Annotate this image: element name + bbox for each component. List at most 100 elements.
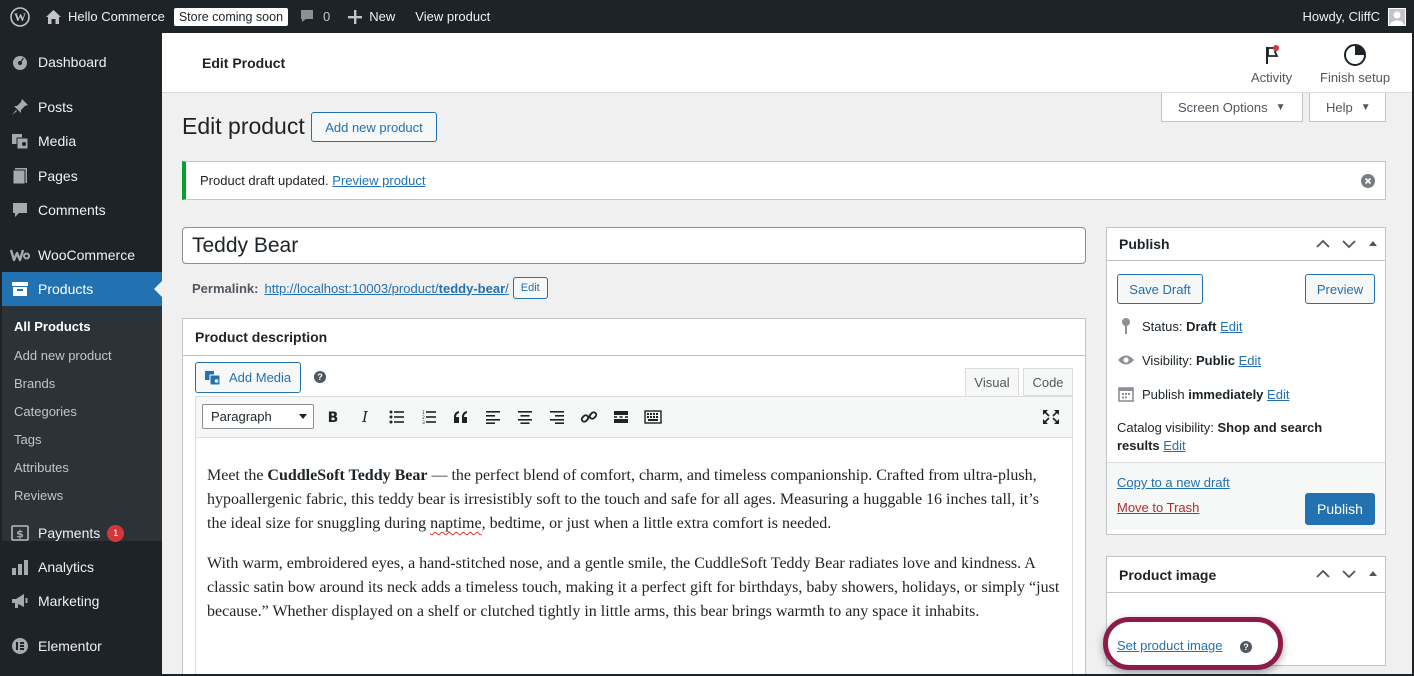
products-submenu: All Products Add new product Brands Cate…	[0, 306, 162, 541]
permalink-link[interactable]: http://localhost:10003/product/teddy-bea…	[264, 281, 508, 296]
menu-woocommerce[interactable]: WooCommerce	[0, 238, 162, 272]
visibility-edit-link[interactable]: Edit	[1239, 353, 1261, 368]
menu-payments[interactable]: $ Payments 1	[0, 516, 162, 550]
store-status-badge[interactable]: Store coming soon	[173, 7, 289, 26]
menu-comments-label: Comments	[38, 202, 106, 218]
add-new-product-button[interactable]: Add new product	[311, 112, 437, 142]
editor-content[interactable]: Meet the CuddleSoft Teddy Bear — the per…	[195, 438, 1073, 676]
add-media-button[interactable]: Add Media	[195, 362, 301, 393]
menu-analytics[interactable]: Analytics	[0, 550, 162, 584]
menu-marketing[interactable]: Marketing	[0, 584, 162, 618]
select-arrow-icon	[299, 414, 307, 419]
set-product-image-link[interactable]: Set product image	[1117, 638, 1223, 653]
screen-options-button[interactable]: Screen Options ▼	[1161, 93, 1303, 122]
admin-bar: W Hello Commerce Store coming soon 0 New…	[0, 0, 1414, 33]
save-draft-button[interactable]: Save Draft	[1117, 274, 1203, 304]
align-right-icon[interactable]	[546, 407, 568, 427]
menu-marketing-label: Marketing	[38, 593, 100, 609]
new-label: New	[369, 9, 396, 24]
menu-elementor[interactable]: Elementor	[0, 629, 162, 663]
submenu-categories[interactable]: Categories	[14, 404, 77, 419]
activity-button[interactable]: Activity	[1251, 42, 1292, 85]
fullscreen-icon[interactable]	[1040, 407, 1062, 427]
align-left-icon[interactable]	[482, 407, 504, 427]
account-menu[interactable]: Howdy, CliffC	[1295, 0, 1414, 33]
comments-link[interactable]: 0	[292, 0, 337, 33]
publish-date-edit-link[interactable]: Edit	[1267, 387, 1289, 402]
visibility-value: Public	[1195, 352, 1235, 368]
preview-button[interactable]: Preview	[1305, 274, 1375, 304]
preview-product-link[interactable]: Preview product	[332, 173, 425, 188]
menu-elementor-label: Elementor	[38, 638, 102, 654]
chevron-down-icon[interactable]	[1341, 237, 1357, 253]
catalog-visibility-edit-link[interactable]: Edit	[1163, 438, 1185, 453]
avatar	[1388, 7, 1406, 26]
menu-dashboard[interactable]: Dashboard	[0, 45, 162, 79]
chevron-down-icon[interactable]	[1341, 567, 1357, 583]
new-content-menu[interactable]: New	[341, 0, 402, 33]
p1-text-c: , bedtime, or just when a little extra c…	[481, 515, 832, 532]
menu-pages[interactable]: Pages	[0, 159, 162, 193]
copy-to-draft-link[interactable]: Copy to a new draft	[1117, 475, 1230, 490]
dismiss-icon[interactable]	[1361, 174, 1375, 188]
description-heading: Product description	[183, 319, 1085, 356]
italic-icon[interactable]: I	[354, 407, 376, 427]
wordpress-logo-icon[interactable]: W	[2, 0, 38, 33]
comments-count: 0	[323, 9, 331, 24]
catalog-visibility-value-1: Shop and search	[1217, 420, 1323, 435]
permalink-base: http://localhost:10003/product/	[264, 280, 439, 296]
menu-media[interactable]: Media	[0, 124, 162, 158]
submenu-reviews[interactable]: Reviews	[14, 488, 63, 503]
home-icon	[45, 9, 62, 25]
bold-icon[interactable]: B	[322, 407, 344, 427]
link-icon[interactable]	[578, 407, 600, 427]
status-edit-link[interactable]: Edit	[1220, 319, 1242, 334]
caret-up-icon[interactable]	[1367, 567, 1379, 583]
submenu-brands[interactable]: Brands	[14, 376, 55, 391]
submenu-attributes[interactable]: Attributes	[14, 460, 69, 475]
submenu-tags[interactable]: Tags	[14, 432, 41, 447]
publish-date-value: immediately	[1188, 386, 1264, 402]
menu-comments[interactable]: Comments	[0, 193, 162, 227]
pushpin-icon	[10, 97, 30, 117]
chevron-up-icon[interactable]	[1315, 237, 1331, 253]
read-more-icon[interactable]	[610, 407, 632, 427]
eye-icon	[1117, 351, 1135, 369]
editor-toolbar: Paragraph B I 123	[195, 396, 1073, 438]
tab-visual[interactable]: Visual	[965, 368, 1019, 396]
finish-setup-button[interactable]: Finish setup	[1320, 42, 1390, 85]
product-title-input[interactable]: Teddy Bear	[182, 227, 1086, 264]
format-select[interactable]: Paragraph	[202, 404, 314, 429]
menu-products[interactable]: Products	[0, 272, 162, 306]
svg-text:3: 3	[422, 420, 425, 424]
menu-dashboard-label: Dashboard	[38, 54, 107, 70]
notice-text: Product draft updated.	[200, 173, 329, 188]
align-center-icon[interactable]	[514, 407, 536, 427]
caret-up-icon[interactable]	[1367, 237, 1379, 253]
chevron-up-icon[interactable]	[1315, 567, 1331, 583]
toolbar-toggle-icon[interactable]	[642, 407, 664, 427]
move-to-trash-link[interactable]: Move to Trash	[1117, 500, 1199, 515]
help-question-icon[interactable]: ?	[314, 371, 326, 383]
permalink-edit-button[interactable]: Edit	[512, 277, 548, 299]
status-value: Draft	[1186, 318, 1217, 334]
publish-button[interactable]: Publish	[1305, 493, 1375, 525]
header-title: Edit Product	[202, 55, 286, 71]
menu-products-label: Products	[38, 281, 94, 297]
bullet-list-icon[interactable]	[386, 407, 408, 427]
bar-chart-icon	[10, 557, 30, 577]
view-product-link[interactable]: View product	[408, 0, 497, 33]
format-select-value: Paragraph	[211, 409, 272, 424]
tab-code[interactable]: Code	[1023, 368, 1073, 396]
help-button[interactable]: Help ▼	[1309, 93, 1386, 122]
menu-posts[interactable]: Posts	[0, 90, 162, 124]
activity-label: Activity	[1251, 70, 1293, 85]
submenu-add-new-product[interactable]: Add new product	[14, 348, 112, 363]
blockquote-icon[interactable]	[450, 407, 472, 427]
page-title: Edit product	[182, 113, 305, 139]
submenu-all-products[interactable]: All Products	[14, 319, 91, 334]
media-add-icon	[204, 370, 222, 386]
site-name-link[interactable]: Hello Commerce	[38, 0, 172, 33]
numbered-list-icon[interactable]: 123	[418, 407, 440, 427]
help-question-icon[interactable]: ?	[1240, 641, 1252, 653]
